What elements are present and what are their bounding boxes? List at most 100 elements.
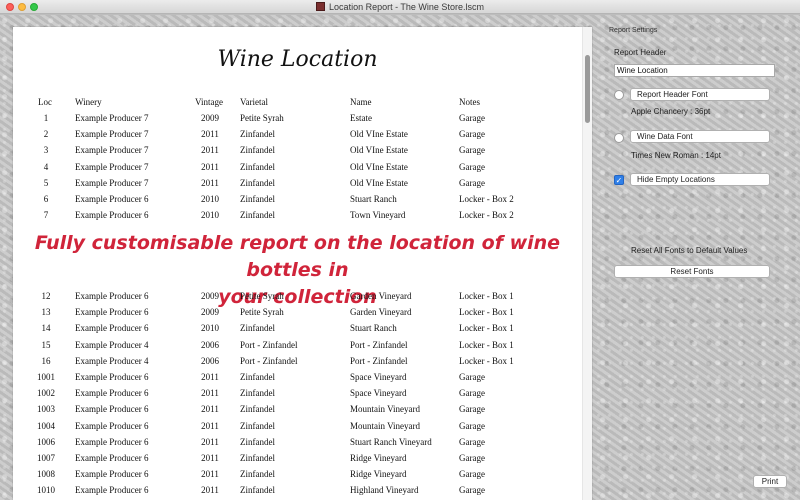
cell-winery: Example Producer 4: [75, 355, 149, 366]
column-header-vintage: Vintage: [195, 97, 223, 107]
cell-loc: 1: [43, 113, 49, 123]
window-title: Location Report - The Wine Store.lscm: [329, 1, 484, 12]
cell-varietal: Zinfandel: [240, 420, 275, 431]
table-row: 12 Example Producer 6 2009 Petite Syrah Gard…: [35, 289, 575, 305]
table-row: 1006 Example Producer 6 2011 Zinfandel Stuar…: [35, 435, 575, 451]
data-font-radio[interactable]: [614, 133, 624, 143]
cell-winery: Example Producer 6: [75, 420, 149, 431]
report-header-font-button[interactable]: Report Header Font: [630, 88, 770, 101]
table-row: 14 Example Producer 6 2010 Zinfandel Stuart …: [35, 321, 575, 337]
report-preview[interactable]: Wine Location Loc Winery Vintage Varieta…: [13, 27, 592, 500]
table-row: 5 Example Producer 7 2011 Zinfandel Old VIne…: [35, 176, 575, 192]
table-row: 1010 Example Producer 6 2011 Zinfandel Highl…: [35, 483, 575, 499]
table-row: 15 Example Producer 4 2006 Port - Zinfandel…: [35, 338, 575, 354]
hide-empty-checkbox[interactable]: ✓: [614, 175, 624, 185]
cell-notes: Garage: [459, 145, 485, 156]
cell-name: Space Vineyard: [350, 371, 407, 382]
cell-loc: 2: [43, 129, 49, 140]
wine-data-font-button[interactable]: Wine Data Font: [630, 130, 770, 143]
cell-varietal: Zinfandel: [240, 323, 275, 334]
cell-name: Port - Zinfandel: [350, 339, 408, 350]
cell-vintage: 2006: [201, 355, 219, 366]
cell-winery: Example Producer 6: [75, 404, 149, 415]
cell-notes: Locker - Box 1: [459, 291, 514, 301]
cell-vintage: 2010: [201, 323, 219, 334]
cell-winery: Example Producer 6: [75, 436, 149, 447]
cell-name: Highland Vineyard: [350, 485, 419, 496]
column-header-name: Name: [350, 97, 372, 107]
cell-winery: Example Producer 7: [75, 113, 149, 123]
cell-varietal: Petite Syrah: [240, 307, 284, 318]
cell-loc: 1010: [37, 485, 55, 496]
cell-notes: Garage: [459, 113, 485, 123]
cell-name: Town Vineyard: [350, 210, 406, 221]
header-font-radio[interactable]: [614, 90, 624, 100]
cell-name: Estate: [350, 113, 372, 123]
table-row: 1 Example Producer 7 2009 Petite Syrah Estat…: [35, 111, 575, 127]
cell-winery: Example Producer 6: [75, 469, 149, 480]
cell-loc: 1006: [37, 436, 55, 447]
cell-notes: Garage: [459, 129, 485, 140]
cell-notes: Locker - Box 1: [459, 355, 514, 366]
vertical-scrollbar[interactable]: [582, 27, 592, 500]
cell-winery: Example Producer 6: [75, 323, 149, 334]
cell-vintage: 2011: [201, 420, 219, 431]
header-font-description: Apple Chancery : 36pt: [631, 107, 711, 116]
cell-vintage: 2011: [201, 161, 219, 172]
print-button[interactable]: Print: [753, 475, 787, 488]
cell-name: Mountain Vineyard: [350, 404, 421, 415]
report-settings-panel: Report Settings Report Header Wine Locat…: [600, 15, 800, 500]
cell-name: Old VIne Estate: [350, 129, 408, 140]
column-header-winery: Winery: [75, 97, 102, 107]
cell-notes: Garage: [459, 485, 485, 496]
scrollbar-thumb[interactable]: [585, 55, 590, 123]
cell-varietal: Zinfandel: [240, 404, 275, 415]
cell-varietal: Port - Zinfandel: [240, 355, 298, 366]
cell-winery: Example Producer 6: [75, 485, 149, 496]
cell-winery: Example Producer 6: [75, 388, 149, 399]
cell-vintage: 2011: [201, 388, 219, 399]
cell-loc: 1007: [37, 452, 55, 463]
cell-varietal: Petite Syrah: [240, 113, 284, 123]
cell-vintage: 2006: [201, 339, 219, 350]
cell-vintage: 2011: [201, 371, 219, 382]
cell-vintage: 2009: [201, 291, 219, 301]
cell-varietal: Zinfandel: [240, 193, 275, 204]
minimize-button[interactable]: [18, 3, 26, 11]
cell-loc: 12: [41, 291, 51, 301]
cell-notes: Garage: [459, 436, 485, 447]
table-row: 1002 Example Producer 6 2011 Zinfandel Space…: [35, 386, 575, 402]
cell-loc: 4: [43, 161, 49, 172]
cell-vintage: 2011: [201, 469, 219, 480]
cell-loc: 1002: [37, 388, 55, 399]
cell-notes: Garage: [459, 388, 485, 399]
zoom-button[interactable]: [30, 3, 38, 11]
cell-notes: Locker - Box 2: [459, 210, 514, 221]
window-controls: [6, 3, 38, 11]
cell-notes: Garage: [459, 177, 485, 188]
cell-winery: Example Producer 6: [75, 307, 149, 318]
table-rows-top: 1 Example Producer 7 2009 Petite Syrah Estat…: [35, 111, 575, 224]
cell-loc: 13: [41, 307, 51, 318]
close-button[interactable]: [6, 3, 14, 11]
table-row: 4 Example Producer 7 2011 Zinfandel Old VIne…: [35, 160, 575, 176]
cell-notes: Garage: [459, 404, 485, 415]
table-row: 1001 Example Producer 6 2011 Zinfandel Space…: [35, 370, 575, 386]
reset-fonts-button[interactable]: Reset Fonts: [614, 265, 770, 278]
cell-loc: 7: [43, 210, 49, 221]
cell-vintage: 2011: [201, 436, 219, 447]
cell-loc: 1001: [37, 371, 55, 382]
table-row: 1008 Example Producer 6 2011 Zinfandel Ridge…: [35, 467, 575, 483]
cell-winery: Example Producer 6: [75, 291, 149, 301]
cell-loc: 1008: [37, 469, 55, 480]
cell-loc: 6: [43, 193, 49, 204]
report-header-input[interactable]: Wine Location: [614, 64, 775, 77]
promo-line-1: Fully customisable report on the locatio…: [34, 232, 561, 281]
cell-notes: Garage: [459, 469, 485, 480]
report-header-label: Report Header: [614, 48, 667, 57]
hide-empty-locations-label[interactable]: Hide Empty Locations: [630, 173, 770, 186]
cell-name: Stuart Ranch: [350, 323, 397, 334]
cell-name: Old VIne Estate: [350, 145, 408, 156]
cell-varietal: Port - Zinfandel: [240, 339, 298, 350]
cell-varietal: Zinfandel: [240, 388, 275, 399]
